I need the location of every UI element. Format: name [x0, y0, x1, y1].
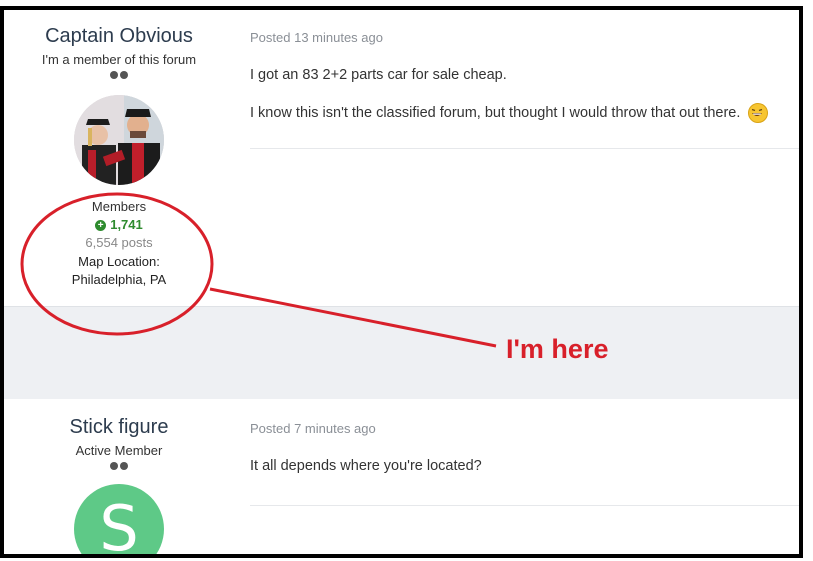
post-paragraph: I know this isn't the classified forum, …	[250, 105, 741, 121]
post-timestamp[interactable]: Posted 13 minutes ago	[250, 30, 799, 45]
post-content: Posted 13 minutes ago I got an 83 2+2 pa…	[250, 10, 799, 123]
content-divider	[250, 148, 799, 149]
reputation-count: 1,741	[110, 217, 143, 232]
author-name[interactable]: Stick figure	[4, 415, 234, 439]
screenshot-frame: Captain Obvious I'm a member of this for…	[0, 6, 803, 558]
annotation-label: I'm here	[506, 334, 609, 364]
plus-circle-icon: +	[95, 219, 107, 231]
post-paragraph-row: I know this isn't the classified forum, …	[250, 103, 799, 123]
avatar[interactable]: S	[74, 484, 164, 554]
rank-dots	[4, 462, 234, 474]
rank-dots	[4, 71, 234, 83]
member-group: Members	[91, 199, 147, 214]
rank-dot	[120, 462, 128, 470]
avatar-photo-icon	[74, 95, 164, 185]
author-panel: Captain Obvious I'm a member of this for…	[4, 10, 234, 289]
post-paragraph: It all depends where you're located?	[250, 458, 482, 474]
post-paragraph: I got an 83 2+2 parts car for sale cheap…	[250, 67, 507, 83]
post-timestamp[interactable]: Posted 7 minutes ago	[250, 421, 799, 436]
post-content: Posted 7 minutes ago It all depends wher…	[250, 399, 799, 476]
avatar[interactable]	[74, 95, 164, 185]
post-stick-figure: Stick figure Active Member S Posted 7 mi…	[4, 399, 799, 554]
location-label: Map Location:	[78, 254, 160, 269]
author-name[interactable]: Captain Obvious	[4, 24, 234, 48]
location-value: Philadelphia, PA	[71, 272, 167, 287]
rank-dot	[110, 71, 118, 79]
rank-dot	[120, 71, 128, 79]
laughing-emoji-icon	[748, 103, 769, 123]
content-divider	[250, 505, 799, 506]
author-title: Active Member	[75, 443, 163, 458]
reputation-badge[interactable]: + 1,741	[4, 217, 234, 233]
post-separator	[4, 306, 799, 400]
post-count: 6,554 posts	[85, 235, 153, 250]
rank-dot	[110, 462, 118, 470]
author-title: I'm a member of this forum	[41, 52, 197, 67]
post-captain-obvious: Captain Obvious I'm a member of this for…	[4, 10, 799, 306]
author-panel: Stick figure Active Member S	[4, 399, 234, 554]
